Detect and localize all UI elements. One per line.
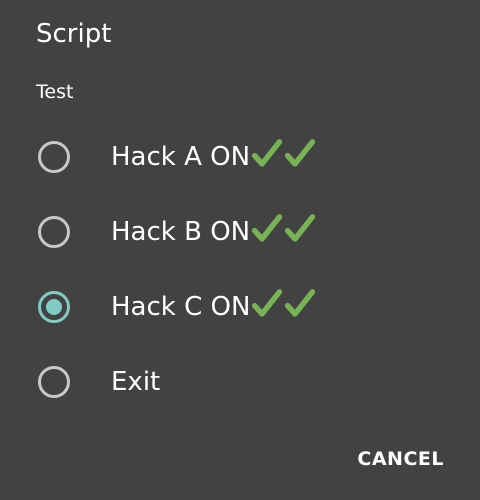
option-label: Hack A ON bbox=[111, 141, 251, 172]
check-mark-icon bbox=[252, 288, 283, 317]
dialog-actions: CANCEL bbox=[357, 448, 444, 470]
check-mark-icon bbox=[251, 138, 283, 167]
cancel-button[interactable]: CANCEL bbox=[357, 448, 444, 470]
option-label: Hack B ON bbox=[111, 216, 251, 247]
option-hack-c[interactable]: Hack C ON bbox=[0, 269, 480, 344]
check-mark-icon bbox=[285, 213, 316, 242]
check-mark-icon bbox=[284, 138, 316, 167]
option-exit[interactable]: Exit bbox=[0, 344, 480, 419]
radio-button[interactable] bbox=[38, 215, 70, 248]
option-label: Exit bbox=[111, 366, 161, 397]
options-list: Hack A ON Hack B ON Hack C ON Exit bbox=[0, 119, 480, 419]
option-hack-a[interactable]: Hack A ON bbox=[0, 119, 480, 194]
script-dialog: Script Test Hack A ON Hack B ON Hack C O… bbox=[0, 0, 480, 500]
dialog-message: Test bbox=[36, 81, 74, 103]
option-label: Hack C ON bbox=[111, 291, 251, 322]
check-mark-icon bbox=[252, 213, 283, 242]
radio-button[interactable] bbox=[38, 365, 70, 398]
option-hack-b[interactable]: Hack B ON bbox=[0, 194, 480, 269]
dialog-title: Script bbox=[36, 19, 112, 49]
radio-button[interactable] bbox=[38, 140, 70, 173]
radio-button-selected[interactable] bbox=[38, 290, 70, 323]
check-mark-icon bbox=[285, 288, 316, 317]
